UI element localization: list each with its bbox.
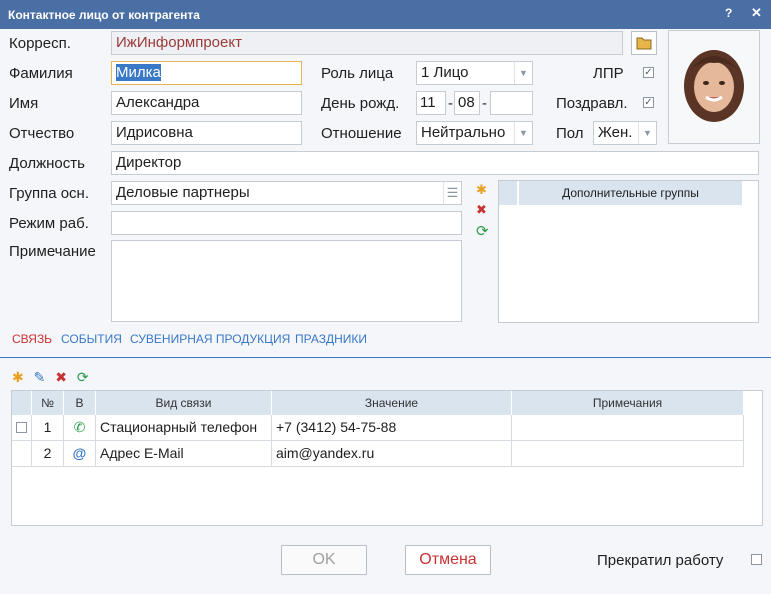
open-folder-button[interactable] bbox=[631, 31, 657, 55]
col-type[interactable]: Вид связи bbox=[96, 391, 272, 415]
role-value: 1 Лицо bbox=[421, 64, 469, 81]
row-value[interactable]: +7 (3412) 54-75-88 bbox=[272, 415, 512, 441]
group-label: Группа осн. bbox=[9, 185, 90, 202]
tab-contact[interactable]: СВЯЗЬ bbox=[12, 332, 52, 346]
relation-label: Отношение bbox=[321, 125, 402, 142]
birthday-day-field[interactable]: 11 bbox=[416, 91, 446, 115]
close-icon[interactable]: ✕ bbox=[751, 5, 762, 21]
lastname-field[interactable]: Милка bbox=[111, 61, 302, 85]
tab-souvenirs[interactable]: СУВЕНИРНАЯ ПРОДУКЦИЯ bbox=[130, 332, 290, 346]
workmode-field[interactable] bbox=[111, 211, 462, 235]
row-checkbox-cell[interactable] bbox=[12, 441, 32, 467]
row-note[interactable] bbox=[512, 441, 744, 467]
grid-corner bbox=[499, 181, 518, 205]
grid-corner bbox=[12, 391, 32, 415]
grid-toolbar: ✱ ✎ ✖ ⟳ bbox=[12, 369, 89, 389]
extra-groups-header[interactable]: Дополнительные группы bbox=[519, 181, 742, 205]
lastname-label: Фамилия bbox=[9, 65, 73, 82]
ok-button[interactable]: OK bbox=[281, 545, 367, 575]
relation-value: Нейтрально bbox=[421, 124, 506, 141]
group-value: Деловые партнеры bbox=[116, 184, 250, 201]
delete-group-icon[interactable]: ✖ bbox=[476, 202, 494, 222]
contact-photo[interactable] bbox=[668, 30, 760, 144]
group-field[interactable]: Деловые партнеры ☰ bbox=[111, 181, 462, 205]
col-value[interactable]: Значение bbox=[272, 391, 512, 415]
folder-icon bbox=[636, 37, 652, 50]
position-field[interactable]: Директор bbox=[111, 151, 759, 175]
cancel-button[interactable]: Отмена bbox=[405, 545, 491, 575]
congrats-label: Поздравл. bbox=[556, 95, 628, 112]
contacts-grid[interactable]: № В Вид связи Значение Примечания 1 ✆ Ст… bbox=[11, 390, 763, 526]
corresp-field: ИжИнформпроект bbox=[111, 31, 623, 55]
note-label: Примечание bbox=[9, 243, 96, 260]
lastname-value: Милка bbox=[116, 64, 161, 81]
row-type[interactable]: Стационарный телефон bbox=[96, 415, 272, 441]
refresh-icon[interactable]: ⟳ bbox=[476, 222, 494, 242]
row-num: 1 bbox=[32, 415, 64, 441]
delete-row-icon[interactable]: ✖ bbox=[55, 369, 67, 385]
date-separator: - bbox=[482, 95, 487, 112]
relation-select[interactable]: Нейтрально ▼ bbox=[416, 121, 533, 145]
gender-label: Пол bbox=[556, 125, 584, 142]
role-label: Роль лица bbox=[321, 65, 394, 82]
patronymic-label: Отчество bbox=[9, 125, 75, 142]
refresh-icon[interactable]: ⟳ bbox=[77, 369, 89, 385]
title-bar: Контактное лицо от контрагента ? ✕ bbox=[0, 0, 771, 29]
extra-groups-toolbar: ✱ ✖ ⟳ bbox=[476, 182, 494, 242]
edit-row-icon[interactable]: ✎ bbox=[34, 369, 46, 385]
birthday-year-field[interactable] bbox=[490, 91, 533, 115]
extra-groups-grid[interactable]: Дополнительные группы bbox=[498, 180, 759, 323]
tab-events[interactable]: СОБЫТИЯ bbox=[61, 332, 122, 346]
stopped-work-checkbox[interactable] bbox=[751, 554, 762, 565]
avatar bbox=[684, 50, 744, 122]
lpr-label: ЛПР bbox=[593, 65, 624, 82]
stopped-work-label: Прекратил работу bbox=[597, 552, 724, 569]
row-type[interactable]: Адрес E-Mail bbox=[96, 441, 272, 467]
workmode-label: Режим раб. bbox=[9, 215, 89, 232]
col-type-icon[interactable]: В bbox=[64, 391, 96, 415]
firstname-field[interactable]: Александра bbox=[111, 91, 302, 115]
corresp-label: Корресп. bbox=[9, 35, 71, 52]
list-icon[interactable]: ☰ bbox=[443, 182, 461, 204]
chevron-down-icon[interactable]: ▼ bbox=[514, 62, 532, 84]
firstname-label: Имя bbox=[9, 95, 39, 112]
row-note[interactable] bbox=[512, 415, 744, 441]
help-icon[interactable]: ? bbox=[725, 6, 732, 20]
email-icon: @ bbox=[64, 441, 96, 467]
add-row-icon[interactable]: ✱ bbox=[12, 369, 24, 385]
gender-select[interactable]: Жен. ▼ bbox=[593, 121, 657, 145]
tab-underline bbox=[0, 357, 771, 358]
role-select[interactable]: 1 Лицо ▼ bbox=[416, 61, 533, 85]
phone-icon: ✆ bbox=[64, 415, 96, 441]
birthday-month-field[interactable]: 08 bbox=[454, 91, 480, 115]
congrats-checkbox[interactable]: ✓ bbox=[643, 97, 654, 108]
row-value[interactable]: aim@yandex.ru bbox=[272, 441, 512, 467]
col-num[interactable]: № bbox=[32, 391, 64, 415]
date-separator: - bbox=[448, 95, 453, 112]
row-checkbox-cell[interactable] bbox=[12, 415, 32, 441]
col-notes[interactable]: Примечания bbox=[512, 391, 744, 415]
row-num: 2 bbox=[32, 441, 64, 467]
patronymic-field[interactable]: Идрисовна bbox=[111, 121, 302, 145]
add-group-icon[interactable]: ✱ bbox=[476, 182, 494, 202]
row-checkbox[interactable] bbox=[16, 422, 27, 433]
chevron-down-icon[interactable]: ▼ bbox=[638, 122, 656, 144]
birthday-label: День рожд. bbox=[321, 95, 400, 112]
note-field[interactable] bbox=[111, 240, 462, 322]
gender-value: Жен. bbox=[598, 124, 633, 141]
window-title: Контактное лицо от контрагента bbox=[8, 8, 200, 22]
lpr-checkbox[interactable]: ✓ bbox=[643, 67, 654, 78]
tab-holidays[interactable]: ПРАЗДНИКИ bbox=[295, 332, 367, 346]
chevron-down-icon[interactable]: ▼ bbox=[514, 122, 532, 144]
position-label: Должность bbox=[9, 155, 85, 172]
